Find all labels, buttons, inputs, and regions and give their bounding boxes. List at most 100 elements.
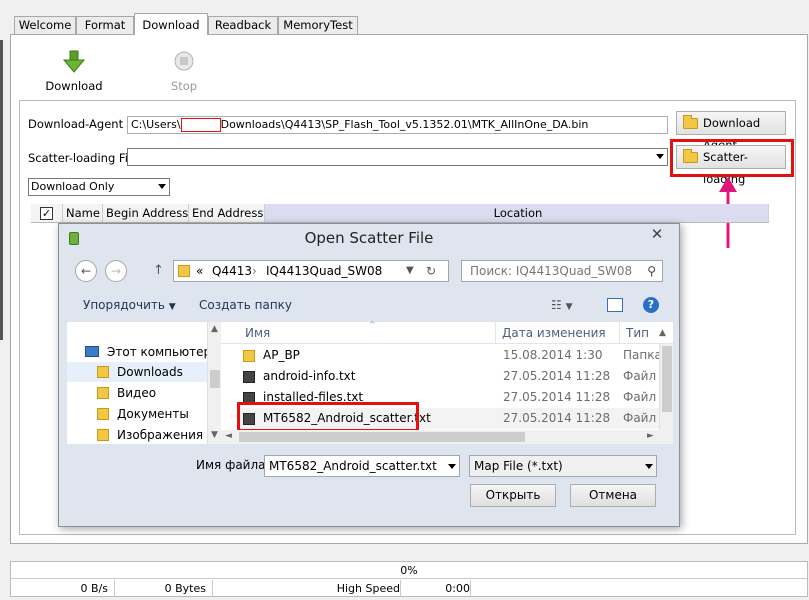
tab-readback[interactable]: Readback [208,16,278,34]
tab-format[interactable]: Format [76,16,134,34]
tree-item-documents[interactable]: Документы [67,404,215,424]
tree-label: Этот компьютер [107,345,212,359]
up-icon[interactable]: ↑ [153,260,164,282]
open-button[interactable]: Открыть [470,484,556,507]
file-date: 27.05.2014 11:28 [503,390,611,404]
file-type: Файл [623,390,657,404]
tree-item-video[interactable]: Видео [67,383,215,403]
file-type: Папка [623,348,662,362]
tab-memorytest[interactable]: MemoryTest [278,16,358,34]
file-type: Файл [623,411,657,425]
file-name: android-info.txt [263,369,356,383]
mode-selected-value: Download Only [31,180,115,193]
video-folder-icon [97,387,109,399]
column-end-address[interactable]: End Address [189,204,265,222]
folder-icon [683,115,698,129]
chevron-down-icon[interactable]: ▼ [406,261,414,281]
tree-item-downloads[interactable]: Downloads [67,362,215,382]
scroll-thumb[interactable] [239,432,525,442]
scroll-thumb[interactable] [210,370,220,388]
file-date: 15.08.2014 1:30 [503,348,603,362]
tab-label: Welcome [18,18,72,32]
scroll-thumb[interactable] [662,346,672,412]
chevron-down-icon: ▼ [211,430,218,440]
address-bar[interactable]: « Q4413 › IQ4413Quad_SW08 ▼ ↻ [173,260,449,282]
file-date: 27.05.2014 11:28 [503,411,611,425]
transferred-bytes: 0 Bytes [115,580,213,597]
stop-label: Stop [170,79,198,93]
scatter-button-highlight [670,139,794,177]
progress-bar: 0% [11,562,807,579]
download-agent-button[interactable]: Download Agent [676,111,786,152]
file-list-hscrollbar[interactable]: ◄ ► [221,430,673,444]
breadcrumb-q4413[interactable]: Q4413 [212,261,252,281]
path-suffix: Downloads\Q4413\SP_Flash_Tool_v5.1352.01… [220,118,589,131]
breadcrumb-current[interactable]: IQ4413Quad_SW08 [266,261,382,281]
column-date-modified[interactable]: Дата изменения [495,322,606,344]
download-label: Download [45,79,103,93]
refresh-icon[interactable]: ↻ [426,261,436,281]
file-date: 27.05.2014 11:28 [503,369,611,383]
chevron-down-icon [645,464,653,469]
column-begin-address[interactable]: Begin Address [103,204,189,222]
tree-label: Документы [117,407,189,421]
organize-button[interactable]: Упорядочить ▼ [83,292,176,320]
chevron-down-icon [656,154,664,159]
chevron-down-icon: ▼ [168,302,176,312]
tab-welcome[interactable]: Welcome [14,16,76,34]
chevron-right-icon: ► [647,431,654,441]
filename-value: MT6582_Android_scatter.txt [269,459,437,473]
select-all-checkbox[interactable]: ✓ [31,204,63,222]
file-list-header: ^ Имя Дата изменения Тип ▲ [221,320,673,344]
file-name: AP_BP [263,348,300,362]
breadcrumb-separator-icon: › [252,264,257,278]
tree-item-images[interactable]: Изображения [67,425,215,445]
tree-label: Downloads [117,365,183,379]
stop-button[interactable]: Stop [149,50,219,93]
stop-icon [174,51,194,71]
tab-label: Format [84,18,126,32]
download-button[interactable]: Download [39,50,109,93]
forward-icon[interactable]: → [105,260,127,282]
preview-pane-icon[interactable] [607,298,623,312]
path-prefix: C:\Users\ [131,118,181,131]
help-icon[interactable]: ? [643,297,659,313]
download-agent-input[interactable]: C:\Users\ Downloads\Q4413\SP_Flash_Tool_v… [127,116,668,134]
column-location[interactable]: Location [265,204,769,222]
chevron-down-icon [448,464,456,469]
download-mode-select[interactable]: Download Only [28,178,170,196]
close-icon[interactable]: ✕ [643,225,671,243]
back-icon[interactable]: ← [75,260,97,282]
folder-icon [178,265,190,277]
elapsed-time: 0:00 [401,580,471,597]
chevron-left-icon: ◄ [225,431,232,441]
folder-icon [243,350,255,362]
partition-table-header: ✓ Name Begin Address End Address Locatio… [31,204,769,223]
text-file-icon [243,371,255,383]
filename-input[interactable]: MT6582_Android_scatter.txt [264,455,460,477]
file-list-vscrollbar[interactable] [659,344,673,430]
column-name[interactable]: Name [63,204,103,222]
file-row-ap-bp[interactable]: AP_BP 15.08.2014 1:30 Папка [237,345,663,366]
column-type[interactable]: Тип [619,322,649,344]
file-type: Файл [623,369,657,383]
view-options-icon[interactable]: ☷ ▼ [551,292,573,320]
usb-speed-mode: High Speed [213,580,401,597]
tree-label: Изображения [117,428,204,442]
search-input[interactable]: Поиск: IQ4413Quad_SW08 ⚲ [461,260,663,282]
tree-item-this-pc[interactable]: Этот компьютер [67,342,215,362]
scatter-loading-label: Scatter-loading File [28,151,139,165]
file-row-android-info[interactable]: android-info.txt 27.05.2014 11:28 Файл [237,366,663,387]
sort-ascending-icon: ^ [369,320,376,329]
cancel-button[interactable]: Отмена [570,484,656,507]
file-type-filter-select[interactable]: Map File (*.txt) [469,455,657,477]
tab-download[interactable]: Download [134,13,208,35]
nav-scrollbar[interactable]: ▲ ▼ [207,322,221,444]
tree-label: Видео [117,386,157,400]
chevron-up-icon: ▲ [659,328,666,338]
tab-label: MemoryTest [283,18,353,32]
downloads-folder-icon [97,366,109,378]
scatter-loading-select[interactable] [127,148,668,166]
column-name[interactable]: Имя [245,322,270,344]
new-folder-button[interactable]: Создать папку [199,292,292,318]
